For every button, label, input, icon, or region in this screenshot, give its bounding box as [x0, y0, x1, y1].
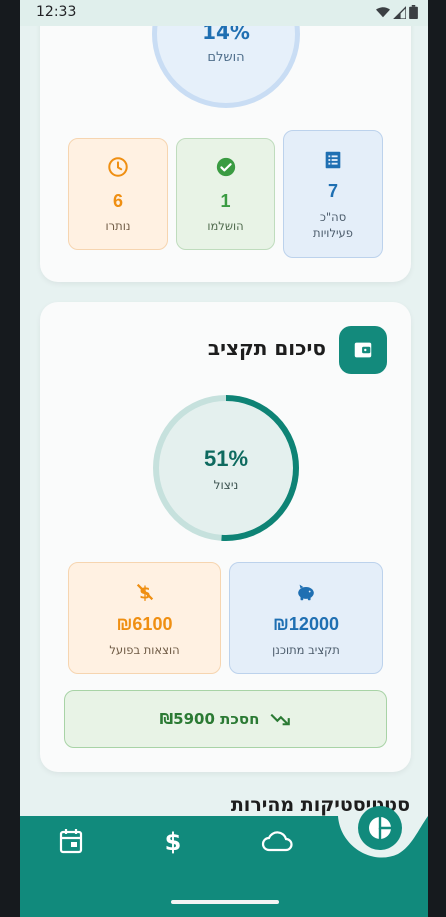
status-icons [376, 5, 418, 19]
money-off-icon: $ [69, 581, 220, 603]
savings-text: חסכת ₪5900 [159, 710, 260, 728]
stat-remaining-label: נותרו [105, 219, 131, 233]
progress-label: הושלם [207, 50, 245, 65]
planned-budget-value: ₪12000 [273, 614, 339, 634]
nav-calendar-button[interactable] [51, 826, 91, 856]
actual-expenses-box: $ ₪6100 הוצאות בפועל [68, 562, 221, 674]
piggy-bank-icon [230, 581, 382, 603]
stat-completed: 1 הושלמו [176, 138, 275, 250]
budget-usage-percent: 51% [203, 446, 249, 471]
wifi-icon [376, 7, 390, 18]
wallet-icon [339, 326, 387, 374]
savings-banner: חסכת ₪5900 [64, 690, 387, 748]
status-time: 12:33 [36, 4, 77, 20]
app-screen: 12:33 14% הושלם 7 סה"כ פעילויות 1 הושלמו… [20, 0, 428, 917]
cloud-icon [261, 831, 293, 852]
planned-budget-box: ₪12000 תקציב מתוכנן [229, 562, 383, 674]
actual-expenses-label: הוצאות בפועל [109, 643, 180, 657]
list-icon [284, 149, 382, 171]
right-bezel [428, 0, 446, 917]
gesture-bar [171, 900, 279, 904]
nav-weather-button[interactable] [257, 826, 297, 856]
nav-budget-button[interactable]: $ [153, 826, 193, 856]
budget-title: סיכום תקציב [207, 336, 326, 360]
stat-remaining: 6 נותרו [68, 138, 168, 250]
stat-completed-label: הושלמו [207, 219, 244, 233]
stat-total-label: סה"כ פעילויות [313, 210, 353, 240]
signal-icon [393, 5, 406, 19]
dollar-icon: $ [165, 828, 182, 855]
nav-summary-button[interactable] [358, 806, 402, 850]
stat-remaining-value: 6 [112, 191, 123, 211]
stat-completed-value: 1 [220, 191, 231, 211]
status-bar: 12:33 [20, 0, 428, 26]
pie-chart-icon [369, 817, 391, 839]
clock-icon [69, 156, 167, 178]
left-bezel [0, 0, 20, 917]
stat-total-value: 7 [327, 181, 338, 201]
svg-text:$: $ [165, 828, 182, 855]
calendar-icon [59, 829, 83, 854]
trending-down-icon [270, 713, 291, 726]
check-circle-icon [177, 156, 274, 178]
budget-usage-label: ניצול [213, 478, 239, 492]
stat-total-activities: 7 סה"כ פעילויות [283, 130, 383, 258]
battery-icon [409, 5, 418, 19]
planned-budget-label: תקציב מתוכנן [272, 643, 340, 657]
actual-expenses-value: ₪6100 [116, 614, 173, 634]
